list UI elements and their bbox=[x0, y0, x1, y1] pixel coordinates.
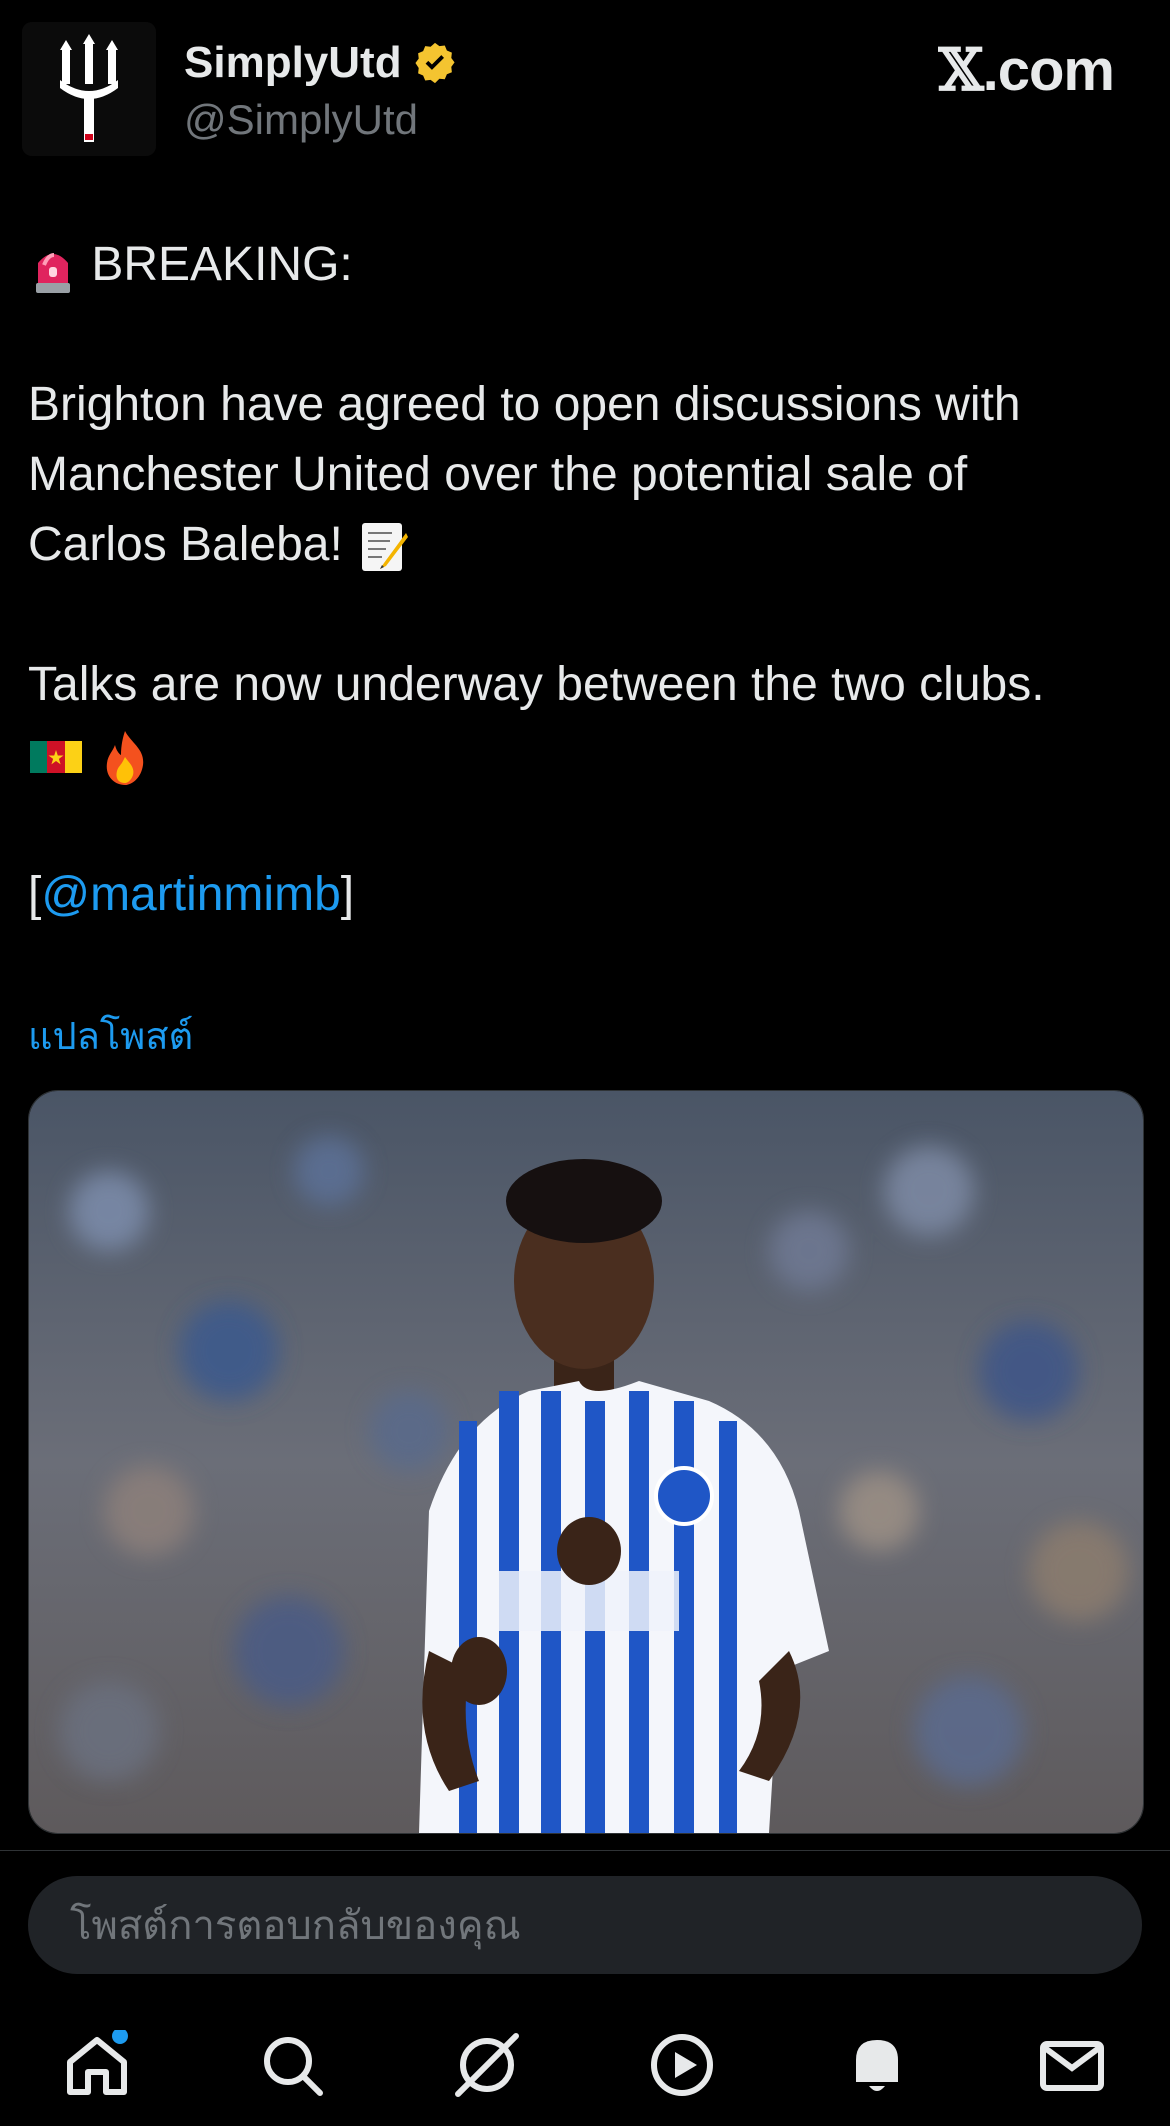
divider bbox=[0, 1850, 1170, 1851]
tweet-line: Manchester United over the potential sal… bbox=[28, 448, 968, 501]
x-logo-icon: 𝕏 bbox=[938, 36, 984, 104]
tweet-body: BREAKING: Brighton have agreed to open d… bbox=[28, 230, 1148, 930]
nav-notifications[interactable] bbox=[842, 2030, 912, 2100]
translate-post-link[interactable]: แปลโพสต์ bbox=[28, 1005, 193, 1066]
fire-emoji-icon bbox=[107, 731, 144, 786]
tweet-line bbox=[28, 720, 1148, 790]
messages-icon bbox=[1040, 2041, 1104, 2091]
home-icon bbox=[67, 2028, 128, 2095]
mention-link[interactable]: @martinmimb bbox=[41, 868, 340, 921]
display-name[interactable]: SimplyUtd bbox=[184, 38, 458, 88]
x-com-brand: 𝕏.com bbox=[938, 36, 1115, 104]
reply-input[interactable]: โพสต์การตอบกลับของคุณ bbox=[28, 1876, 1142, 1974]
nav-messages[interactable] bbox=[1037, 2030, 1107, 2100]
siren-emoji-icon bbox=[36, 253, 70, 294]
notifications-icon bbox=[856, 2040, 898, 2091]
source-line: [@martinmimb] bbox=[28, 868, 355, 921]
memo-emoji-icon bbox=[362, 523, 409, 572]
trident-logo-icon bbox=[22, 22, 156, 156]
tweet-line: BREAKING: bbox=[28, 230, 1148, 300]
search-icon bbox=[264, 2037, 323, 2096]
user-handle[interactable]: @SimplyUtd bbox=[184, 96, 418, 144]
brand-suffix: .com bbox=[982, 38, 1115, 103]
avatar[interactable] bbox=[22, 22, 156, 156]
player-photo bbox=[29, 1091, 1143, 1833]
bottom-navigation bbox=[0, 2000, 1170, 2126]
tweet-line: Brighton have agreed to open discussions… bbox=[28, 378, 1021, 431]
tweet-header: SimplyUtd @SimplyUtd 𝕏.com bbox=[0, 0, 1170, 160]
tweet-line: Carlos Baleba! bbox=[28, 510, 1148, 580]
nav-search[interactable] bbox=[257, 2030, 327, 2100]
reply-placeholder: โพสต์การตอบกลับของคุณ bbox=[70, 1904, 521, 1948]
tweet-line: Talks are now underway between the two c… bbox=[28, 658, 1045, 711]
grok-icon bbox=[455, 2033, 519, 2097]
video-icon bbox=[651, 2034, 713, 2096]
verified-badge-icon bbox=[415, 42, 455, 84]
tweet-media-photo[interactable] bbox=[28, 1090, 1144, 1834]
home-notification-dot bbox=[112, 2028, 128, 2044]
nav-home[interactable] bbox=[62, 2028, 132, 2100]
nav-video[interactable] bbox=[647, 2030, 717, 2100]
nav-grok[interactable] bbox=[452, 2030, 522, 2100]
cameroon-flag-icon bbox=[30, 741, 82, 774]
